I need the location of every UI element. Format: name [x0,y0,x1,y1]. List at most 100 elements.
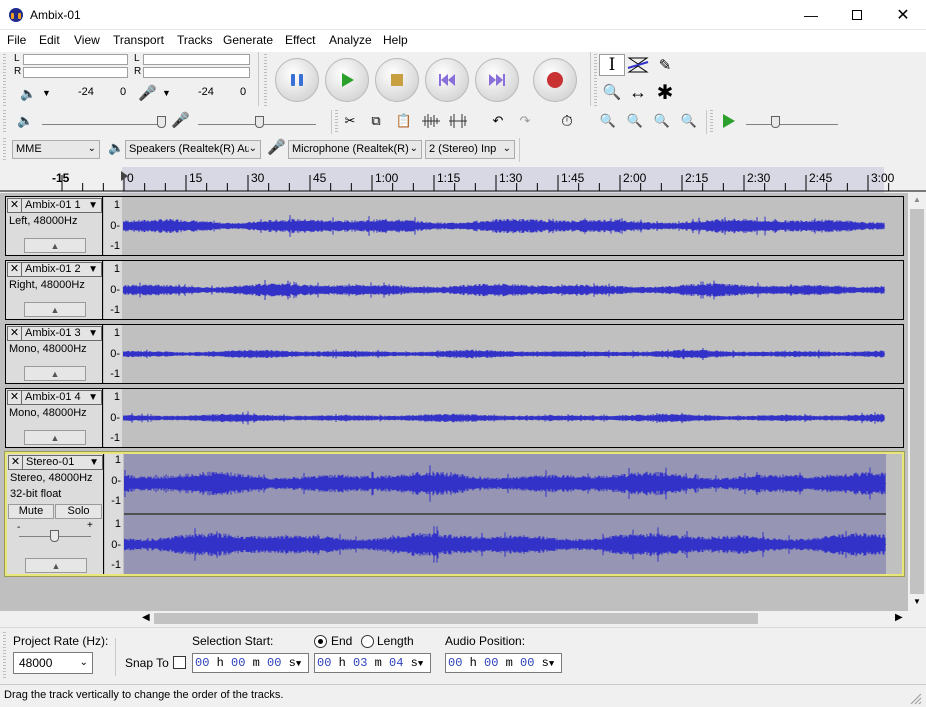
redo-button[interactable]: ↷ [513,110,537,132]
audio-track-4[interactable]: ✕ Ambix-01 4 ▼ Mono, 48000Hz ▲ 1 0- -1 [5,388,904,448]
undo-button[interactable]: ↶ [486,110,510,132]
scroll-up-icon[interactable]: ▲ [913,195,921,204]
vertical-ruler[interactable]: 1 0- -1 [104,261,122,319]
menu-view[interactable]: View [74,33,100,47]
play-speed-slider[interactable] [746,124,838,125]
collapse-track-button[interactable]: ▲ [24,302,86,317]
track-control-panel[interactable]: ✕ Ambix-01 2 ▼ Right, 48000Hz ▲ [6,261,103,319]
silence-audio-button[interactable] [446,110,470,132]
collapse-track-button[interactable]: ▲ [25,558,87,573]
draw-tool-button[interactable]: ✎ [652,54,678,76]
timeline-ruler[interactable]: -15 0 15 30 45 1:00 1:15 1:30 1:45 2:00 2:15 2:30 2:… [0,167,926,193]
menu-effect[interactable]: Effect [285,33,315,47]
skip-to-start-button[interactable] [425,58,469,102]
chevron-down-icon[interactable]: ▼ [162,88,171,98]
record-volume-thumb[interactable] [255,116,264,128]
stereo-track[interactable]: ✕ Stereo-01 ▼ Stereo, 48000Hz 32-bit flo… [4,451,905,577]
track-menu-icon[interactable]: ▼ [88,392,98,403]
audio-track-2[interactable]: ✕ Ambix-01 2 ▼ Right, 48000Hz ▲ 1 0- -1 [5,260,904,320]
track-name[interactable]: Ambix-01 3 [25,327,81,340]
record-meter-speaker-icon[interactable]: 🔈 [20,86,36,102]
play-button[interactable] [325,58,369,102]
track-close-icon[interactable]: ✕ [8,391,22,404]
selection-tool-button[interactable]: I [599,54,625,76]
collapse-track-button[interactable]: ▲ [24,430,86,445]
audio-track-3[interactable]: ✕ Ambix-01 3 ▼ Mono, 48000Hz ▲ 1 0- -1 [5,324,904,384]
vertical-ruler[interactable]: 1 0- -1 [104,197,122,255]
record-button[interactable] [533,58,577,102]
chevron-down-icon[interactable]: ▼ [42,88,51,98]
track-name-row[interactable]: ✕ Ambix-01 4 ▼ [7,390,102,405]
zoom-tool-button[interactable]: 🔍 [599,81,625,103]
snap-to-checkbox[interactable] [173,656,186,669]
gain-slider-thumb[interactable] [50,530,59,542]
envelope-tool-button[interactable] [625,54,651,76]
copy-button[interactable]: ⧉ [364,110,388,132]
recording-device-dropdown[interactable]: Microphone (Realtek(R) ⌄ [288,140,422,159]
track-name[interactable]: Ambix-01 4 [25,391,81,404]
track-control-panel[interactable]: ✕ Ambix-01 3 ▼ Mono, 48000Hz ▲ [6,325,103,383]
close-button[interactable]: ✕ [880,0,926,30]
menu-generate[interactable]: Generate [223,33,273,47]
track-close-icon[interactable]: ✕ [8,199,22,212]
menu-transport[interactable]: Transport [113,33,164,47]
maximize-button[interactable] [834,0,880,30]
sync-lock-button[interactable]: ⏱ [555,110,579,132]
stop-button[interactable] [375,58,419,102]
fit-selection-button[interactable]: 🔍 [650,110,674,132]
waveform[interactable] [123,197,885,255]
audio-host-dropdown[interactable]: MME ⌄ [12,140,100,159]
length-radio[interactable] [361,635,374,648]
track-menu-icon[interactable]: ▼ [89,457,99,468]
track-name-row[interactable]: ✕ Ambix-01 1 ▼ [7,198,102,213]
audio-track-1[interactable]: ✕ Ambix-01 1 ▼ Left, 48000Hz ▲ 1 0- -1 [5,196,904,256]
track-close-icon[interactable]: ✕ [9,456,23,469]
play-speed-thumb[interactable] [771,116,780,128]
audio-position-time[interactable]: 00 h 00 m 00 s▼ [445,653,562,673]
trim-audio-button[interactable] [419,110,443,132]
track-close-icon[interactable]: ✕ [8,327,22,340]
track-name-row[interactable]: ✕ Stereo-01 ▼ [8,455,103,470]
pause-button[interactable] [275,58,319,102]
vertical-scroll-thumb[interactable] [910,209,924,594]
cut-button[interactable]: ✂ [338,110,362,132]
resize-grip-icon[interactable] [910,693,922,705]
vertical-ruler[interactable]: 1 0- -1 1 0- -1 [105,454,123,574]
horizontal-scrollbar[interactable]: ◀ ▶ [140,611,908,626]
play-at-speed-button[interactable] [716,110,740,132]
track-name-row[interactable]: ✕ Ambix-01 2 ▼ [7,262,102,277]
selection-start-time[interactable]: 00 h 00 m 00 s▼ [192,653,309,673]
track-menu-icon[interactable]: ▼ [88,200,98,211]
waveform[interactable] [123,325,885,383]
selection-end-time[interactable]: 00 h 03 m 04 s▼ [314,653,431,673]
track-name[interactable]: Ambix-01 2 [25,263,81,276]
vertical-scrollbar[interactable]: ▲ ▼ [908,193,926,611]
scroll-left-icon[interactable]: ◀ [142,612,150,623]
track-control-panel[interactable]: ✕ Ambix-01 1 ▼ Left, 48000Hz ▲ [6,197,103,255]
microphone-icon[interactable]: 🎤 [138,84,157,102]
menu-analyze[interactable]: Analyze [329,33,372,47]
scroll-down-icon[interactable]: ▼ [913,597,921,606]
menu-help[interactable]: Help [383,33,408,47]
waveform[interactable] [123,389,885,447]
track-close-icon[interactable]: ✕ [8,263,22,276]
menu-file[interactable]: File [7,33,26,47]
recording-channels-dropdown[interactable]: 2 (Stereo) Inp ⌄ [425,140,515,159]
mute-button[interactable]: Mute [8,504,54,519]
collapse-track-button[interactable]: ▲ [24,238,86,253]
paste-button[interactable]: 📋 [392,110,416,132]
skip-to-end-button[interactable] [475,58,519,102]
vertical-ruler[interactable]: 1 0- -1 [104,325,122,383]
waveform[interactable] [124,454,886,574]
end-radio[interactable] [314,635,327,648]
waveform[interactable] [123,261,885,319]
multi-tool-button[interactable]: ✱ [652,81,678,104]
playback-volume-slider[interactable] [42,124,164,125]
project-rate-combo[interactable]: 48000 ⌄ [13,652,93,674]
collapse-track-button[interactable]: ▲ [24,366,86,381]
scroll-right-icon[interactable]: ▶ [895,612,903,623]
track-menu-icon[interactable]: ▼ [88,264,98,275]
track-control-panel[interactable]: ✕ Ambix-01 4 ▼ Mono, 48000Hz ▲ [6,389,103,447]
horizontal-scroll-thumb[interactable] [154,613,758,624]
track-name[interactable]: Stereo-01 [26,456,74,469]
